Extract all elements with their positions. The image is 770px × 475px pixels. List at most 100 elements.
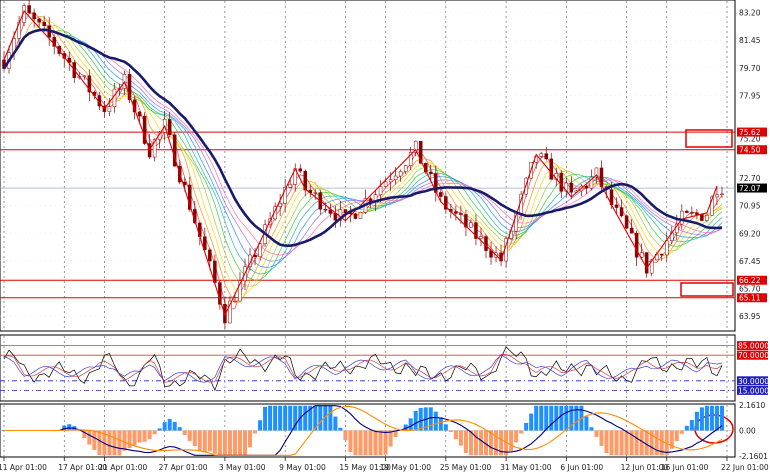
candle[interactable]	[664, 240, 669, 256]
candle[interactable]	[353, 213, 358, 219]
candle[interactable]	[137, 111, 142, 117]
macd-bar	[584, 416, 589, 431]
macd-bar	[524, 422, 529, 431]
macd-bar	[348, 430, 353, 452]
candle[interactable]	[634, 232, 639, 258]
macd-bar	[699, 407, 704, 431]
macd-bar	[448, 430, 453, 433]
candle[interactable]	[549, 158, 554, 180]
macd-bar	[614, 430, 619, 456]
candle[interactable]	[358, 212, 363, 219]
candle[interactable]	[439, 192, 443, 197]
candle[interactable]	[429, 171, 433, 174]
macd-bar	[343, 430, 348, 441]
macd-bar	[97, 430, 102, 456]
candle[interactable]	[383, 181, 388, 187]
candle[interactable]	[584, 185, 589, 189]
candle[interactable]	[644, 252, 649, 274]
macd-bar	[152, 430, 157, 435]
macd-bar	[132, 430, 137, 446]
candle[interactable]	[484, 236, 488, 251]
candle[interactable]	[393, 175, 398, 180]
candle[interactable]	[690, 212, 694, 214]
macd-bar	[192, 430, 197, 447]
candle[interactable]	[614, 204, 619, 208]
macd-bar	[383, 430, 388, 455]
candle[interactable]	[459, 213, 463, 215]
candle[interactable]	[539, 153, 543, 157]
macd-bar	[684, 425, 689, 431]
macd-bar	[534, 405, 539, 431]
price-tick-label: 81.45	[739, 36, 761, 45]
macd-bar	[278, 405, 283, 431]
candle[interactable]	[388, 179, 393, 183]
candle[interactable]	[27, 5, 31, 14]
candle[interactable]	[288, 184, 292, 188]
candle[interactable]	[82, 75, 87, 77]
macd-bar	[468, 430, 473, 456]
candle[interactable]	[680, 210, 684, 225]
candle[interactable]	[112, 88, 117, 107]
candle[interactable]	[619, 207, 624, 217]
candle[interactable]	[323, 208, 328, 211]
trading-chart-window[interactable]: 83.2081.4579.7077.9575.2072.7070.9569.20…	[0, 0, 770, 475]
candle[interactable]	[705, 215, 709, 221]
candle[interactable]	[333, 213, 338, 221]
candle[interactable]	[469, 222, 473, 228]
macd-bar	[458, 430, 463, 446]
candle[interactable]	[659, 254, 664, 256]
macd-bar	[157, 428, 162, 431]
candle[interactable]	[695, 212, 699, 215]
macd-bar	[599, 430, 604, 446]
candle[interactable]	[258, 243, 262, 258]
candle[interactable]	[715, 194, 719, 198]
macd-bar	[589, 427, 594, 431]
macd-bar	[353, 430, 358, 456]
candle[interactable]	[37, 18, 41, 23]
candle[interactable]	[479, 236, 483, 239]
macd-bar	[137, 430, 142, 443]
macd-bar	[258, 420, 263, 431]
macd-bar	[604, 430, 609, 454]
macd-bar	[478, 430, 483, 456]
macd-bar	[212, 430, 217, 454]
candle[interactable]	[313, 192, 318, 194]
macd-bar	[363, 430, 368, 456]
rsi-tick-label: 70.0000	[738, 351, 769, 360]
candle[interactable]	[559, 173, 564, 192]
candle[interactable]	[544, 153, 549, 160]
macd-bar	[564, 405, 569, 431]
candle[interactable]	[398, 171, 403, 177]
candle[interactable]	[569, 182, 574, 193]
rsi-tick-label: 30.0000	[738, 377, 769, 386]
candle[interactable]	[278, 203, 282, 207]
candle[interactable]	[454, 211, 458, 214]
candle[interactable]	[32, 12, 36, 20]
candle[interactable]	[700, 214, 704, 221]
candle[interactable]	[343, 209, 348, 213]
time-tick-label: 27 Apr 01:00	[159, 463, 208, 472]
price-tick-label: 72.70	[739, 174, 761, 183]
candle[interactable]	[624, 215, 629, 229]
candle[interactable]	[233, 300, 237, 303]
macd-bar	[463, 430, 468, 453]
candle[interactable]	[107, 106, 112, 112]
candle[interactable]	[629, 227, 634, 234]
candle[interactable]	[208, 249, 212, 262]
candle[interactable]	[720, 193, 724, 195]
macd-bar	[268, 405, 273, 431]
macd-bar	[273, 405, 278, 431]
macd-bar	[408, 418, 413, 431]
macd-bar	[172, 421, 177, 431]
macd-bar	[539, 405, 544, 431]
candle[interactable]	[298, 168, 302, 172]
candle[interactable]	[328, 209, 333, 214]
candle[interactable]	[378, 186, 383, 195]
candle[interactable]	[685, 210, 689, 213]
candle[interactable]	[42, 22, 46, 27]
candle[interactable]	[403, 165, 408, 172]
rsi-tick-label: 15.0000	[738, 386, 769, 395]
macd-bar	[227, 430, 232, 456]
macd-bar	[242, 430, 248, 456]
candle[interactable]	[167, 119, 172, 136]
